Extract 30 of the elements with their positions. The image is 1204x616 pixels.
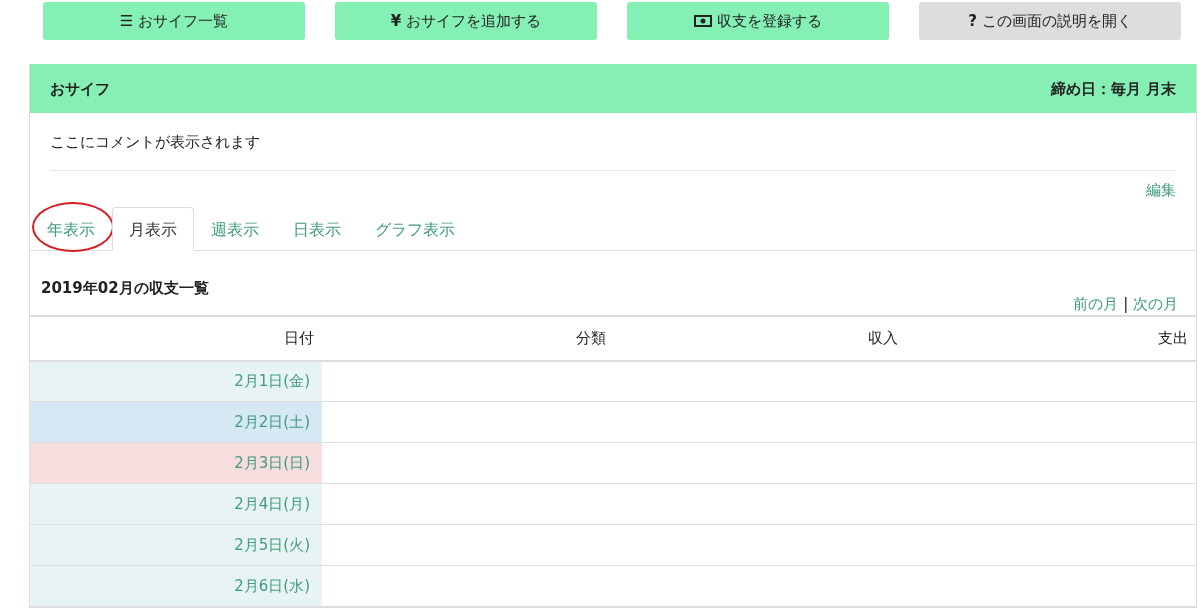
list-title: 2019年02月の収支一覧 [41,278,209,299]
prev-month-link[interactable]: 前の月 [1073,294,1119,313]
date-cell: 2月3日(日) [30,442,322,484]
date-cell: 2月2日(土) [30,401,322,443]
column-header: 収入 [614,316,906,361]
column-header: 分類 [322,316,614,361]
date-cell: 2月4日(月) [30,483,322,525]
tab[interactable]: 月表示 [112,207,194,251]
glyph-icon: ? [968,9,977,33]
date-cell: 2月1日(金) [30,360,322,402]
link-separator: | [1123,294,1129,313]
tab[interactable]: 日表示 [276,207,358,251]
date-cell: 2月6日(水) [30,565,322,607]
closing-day-text: 締め日：毎月 月末 [1050,78,1176,100]
toolbar-button[interactable]: ☰ おサイフ一覧 [43,2,305,40]
column-header: 支出 [906,316,1196,361]
glyph-icon: ¥ [390,9,402,33]
date-cell: 2月5日(火) [30,524,322,566]
edit-link[interactable]: 編集 [1146,180,1176,199]
card-title: おサイフ [50,78,110,100]
tab[interactable]: 週表示 [194,207,276,251]
comment-text: ここにコメントが表示されます [50,132,261,153]
next-month-link[interactable]: 次の月 [1133,294,1178,313]
banknote-icon [694,15,712,27]
toolbar-button[interactable]: 収支を登録する [627,2,889,40]
column-header: 日付 [30,316,322,361]
tab[interactable]: グラフ表示 [358,207,472,251]
toolbar-button[interactable]: ¥ おサイフを追加する [335,2,597,40]
menu-icon: ☰ [119,9,134,33]
toolbar-button[interactable]: ? この画面の説明を開く [919,2,1181,40]
